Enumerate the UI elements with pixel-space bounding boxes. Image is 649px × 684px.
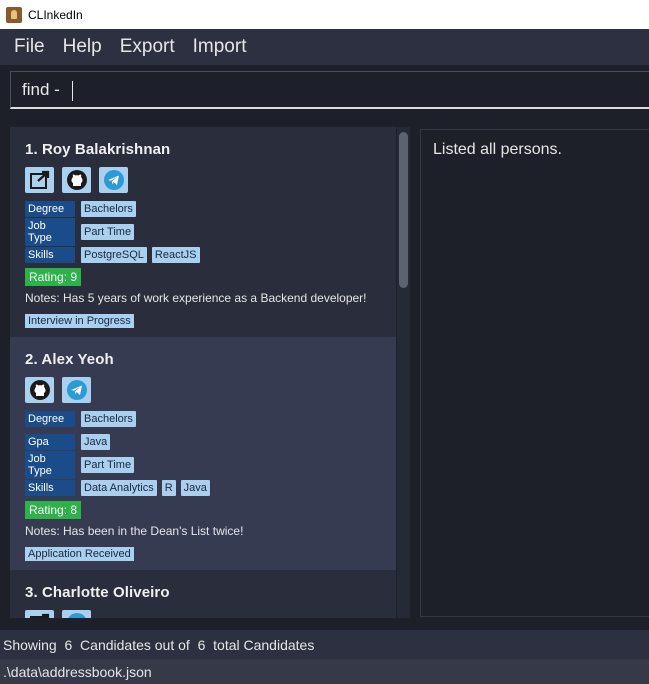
candidate-card[interactable]: 3. Charlotte Oliveiro: [10, 570, 396, 618]
field-label: Job Type: [25, 217, 75, 246]
data-file-path: .\data\addressbook.json: [3, 663, 152, 680]
status-badge: Interview in Progress: [25, 314, 134, 328]
link-icons: [25, 610, 381, 618]
result-message: Listed all persons.: [433, 141, 562, 158]
field-value: Part Time: [81, 456, 135, 473]
field-label: Degree: [25, 410, 75, 427]
candidate-list[interactable]: 1. Roy Balakrishnan Degree Bachelors Job…: [10, 127, 396, 618]
command-box: [10, 71, 649, 109]
scrollbar-thumb[interactable]: [399, 132, 408, 288]
telegram-icon[interactable]: [62, 377, 91, 403]
field-row: Degree Bachelors: [25, 199, 381, 218]
field-value: Java: [180, 479, 210, 496]
field-label: Skills: [25, 246, 75, 263]
rating-badge: Rating: 8: [25, 501, 82, 519]
field-row: Job Type Part Time: [25, 450, 381, 479]
candidate-notes: Notes: Has 5 years of work experience as…: [25, 291, 367, 305]
candidate-count: Showing 6 Candidates out of 6 total Cand…: [3, 636, 315, 653]
command-input[interactable]: [11, 79, 649, 100]
link-icons: [25, 377, 381, 403]
field-row: Job Type Part Time: [25, 217, 381, 246]
rating-badge: Rating: 9: [25, 268, 82, 286]
candidate-card[interactable]: 1. Roy Balakrishnan Degree Bachelors Job…: [10, 127, 396, 337]
candidate-card[interactable]: 2. Alex Yeoh Degree Bachelors Gpa Java J…: [10, 337, 396, 570]
window-title: CLInkedIn: [28, 7, 83, 22]
field-label: Degree: [25, 200, 75, 217]
menu-import[interactable]: Import: [193, 36, 247, 58]
app-icon: [6, 6, 22, 23]
result-display: Listed all persons.: [420, 129, 649, 617]
title-bar: CLInkedIn: [0, 0, 649, 29]
field-value: Data Analytics: [81, 479, 157, 496]
candidate-name: 2. Alex Yeoh: [25, 351, 114, 368]
external-link-icon[interactable]: [25, 167, 54, 193]
field-label: Skills: [25, 479, 75, 496]
field-row: Skills Data Analytics R Java: [25, 478, 381, 497]
link-icons: [25, 167, 381, 193]
field-value: Part Time: [81, 223, 135, 240]
field-value: PostgreSQL: [81, 246, 147, 263]
candidate-notes: Notes: Has been in the Dean's List twice…: [25, 524, 244, 538]
list-scrollbar[interactable]: [397, 127, 410, 618]
field-value: Bachelors: [81, 200, 136, 217]
menu-export[interactable]: Export: [120, 36, 175, 58]
field-value: Bachelors: [81, 410, 136, 427]
status-badge: Application Received: [25, 547, 134, 561]
field-row: Skills PostgreSQL ReactJS: [25, 245, 381, 264]
field-label: Gpa: [25, 433, 75, 450]
candidate-name: 3. Charlotte Oliveiro: [25, 584, 170, 601]
menu-help[interactable]: Help: [63, 36, 102, 58]
menu-file[interactable]: File: [14, 36, 45, 58]
path-bar: .\data\addressbook.json: [0, 659, 649, 684]
field-value: R: [161, 479, 176, 496]
status-bar: Showing 6 Candidates out of 6 total Cand…: [0, 630, 649, 659]
github-icon[interactable]: [62, 167, 91, 193]
candidate-name: 1. Roy Balakrishnan: [25, 141, 171, 158]
field-label: Job Type: [25, 450, 75, 479]
field-value: Java: [81, 433, 111, 450]
field-row: Degree Bachelors: [25, 409, 381, 428]
github-icon[interactable]: [25, 377, 54, 403]
text-caret: [72, 81, 73, 101]
field-row: Gpa Java: [25, 432, 381, 451]
twitter-icon[interactable]: [62, 610, 91, 618]
field-value: ReactJS: [151, 246, 200, 263]
menu-bar: File Help Export Import: [0, 29, 649, 65]
telegram-icon[interactable]: [99, 167, 128, 193]
external-link-icon[interactable]: [25, 610, 54, 618]
